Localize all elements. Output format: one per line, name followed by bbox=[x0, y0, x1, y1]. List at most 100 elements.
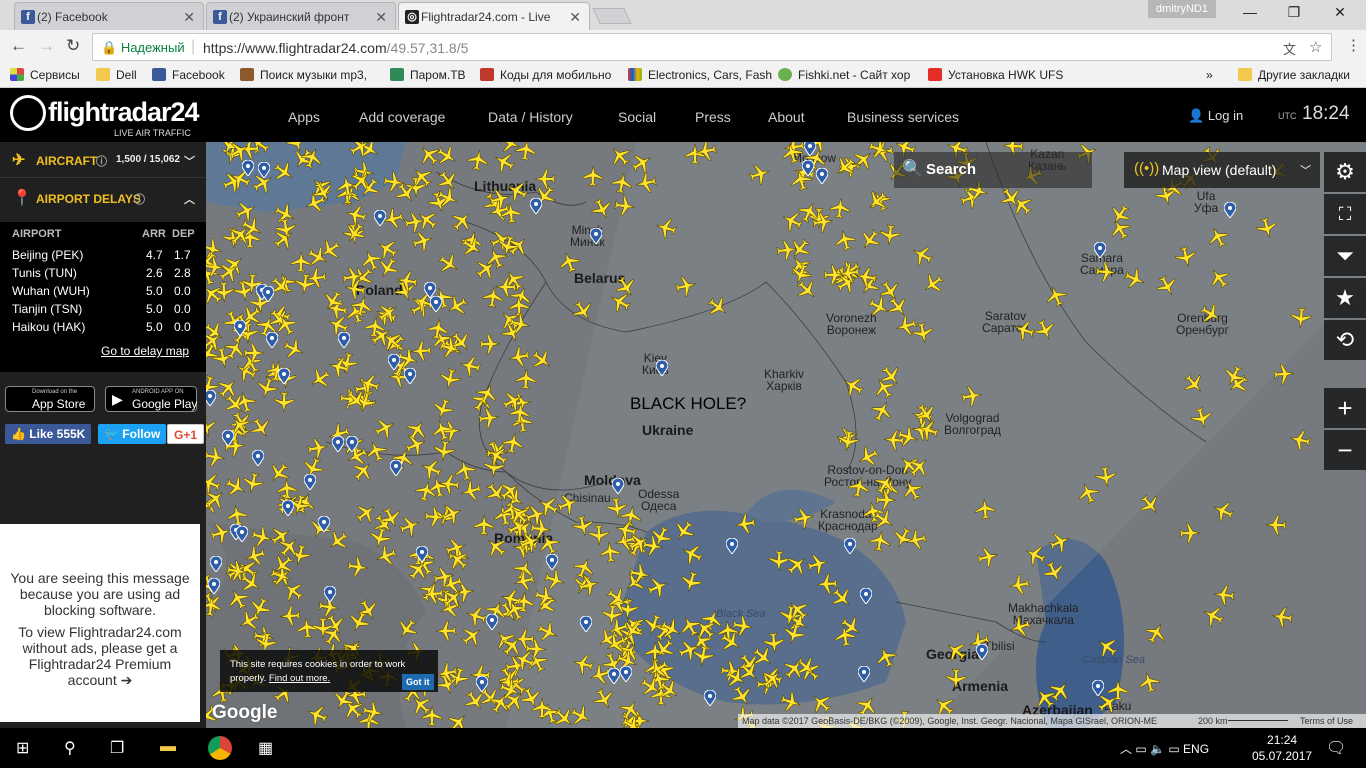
aircraft-icon[interactable] bbox=[309, 368, 331, 390]
airport-pin-icon[interactable] bbox=[975, 643, 989, 661]
search-icon[interactable]: ⚲ bbox=[64, 738, 76, 758]
aircraft-icon[interactable] bbox=[908, 456, 930, 478]
other-bookmarks[interactable]: Другие закладки bbox=[1238, 68, 1350, 82]
aircraft-icon[interactable] bbox=[500, 202, 522, 224]
new-tab-button[interactable] bbox=[592, 8, 632, 24]
airport-pin-icon[interactable] bbox=[209, 555, 223, 573]
aircraft-icon[interactable] bbox=[322, 290, 344, 312]
aircraft-icon[interactable] bbox=[350, 170, 372, 192]
aircraft-icon[interactable] bbox=[1145, 622, 1167, 644]
aircraft-icon[interactable] bbox=[875, 646, 897, 669]
aircraft-icon[interactable] bbox=[695, 142, 717, 162]
flight-map[interactable]: Lithuania Belarus Poland Ukraine Moldova Roma… bbox=[206, 142, 1366, 728]
aircraft-icon[interactable] bbox=[880, 365, 902, 387]
aircraft-icon[interactable] bbox=[629, 563, 651, 585]
bookmark-item[interactable]: Electronics, Cars, Fash bbox=[628, 68, 772, 82]
translate-icon[interactable]: 文 bbox=[1283, 39, 1296, 58]
aircraft-icon[interactable] bbox=[206, 446, 226, 468]
airport-pin-icon[interactable] bbox=[345, 435, 359, 453]
airport-pin-icon[interactable] bbox=[241, 159, 255, 177]
aircraft-icon[interactable] bbox=[961, 385, 983, 407]
aircraft-icon[interactable] bbox=[537, 495, 559, 517]
aircraft-icon[interactable] bbox=[447, 712, 469, 728]
aircraft-icon[interactable] bbox=[786, 554, 808, 576]
aircraft-icon[interactable] bbox=[493, 151, 515, 173]
aircraft-icon[interactable] bbox=[1139, 494, 1161, 516]
aircraft-icon[interactable] bbox=[558, 251, 580, 274]
aircraft-icon[interactable] bbox=[674, 275, 697, 297]
airport-pin-icon[interactable] bbox=[331, 435, 345, 453]
aircraft-icon[interactable] bbox=[734, 513, 756, 535]
aircraft-icon[interactable] bbox=[416, 209, 438, 231]
aircraft-icon[interactable] bbox=[206, 472, 222, 494]
aircraft-icon[interactable] bbox=[404, 434, 427, 456]
aircraft-icon[interactable] bbox=[218, 261, 240, 283]
bookmark-item[interactable]: Сервисы bbox=[10, 68, 80, 82]
airport-pin-icon[interactable] bbox=[303, 473, 317, 491]
aircraft-icon[interactable] bbox=[1048, 531, 1071, 553]
filter-icon[interactable]: ⏷ bbox=[1324, 236, 1366, 276]
airport-pin-icon[interactable] bbox=[221, 429, 235, 447]
aircraft-icon[interactable] bbox=[209, 522, 232, 544]
aircraft-icon[interactable] bbox=[720, 631, 742, 653]
aircraft-icon[interactable] bbox=[543, 569, 566, 591]
aircraft-icon[interactable] bbox=[622, 619, 644, 641]
aircraft-icon[interactable] bbox=[976, 546, 999, 568]
aircraft-icon[interactable] bbox=[609, 145, 631, 167]
aircraft-icon[interactable] bbox=[436, 662, 458, 684]
aircraft-icon[interactable] bbox=[360, 249, 382, 272]
airport-pin-icon[interactable] bbox=[277, 367, 291, 385]
aircraft-icon[interactable] bbox=[438, 337, 461, 359]
airport-pin-icon[interactable] bbox=[389, 459, 403, 477]
aircraft-icon[interactable] bbox=[1095, 466, 1117, 488]
aircraft-icon[interactable] bbox=[867, 142, 890, 160]
aircraft-icon[interactable] bbox=[922, 273, 944, 295]
aircraft-icon[interactable] bbox=[911, 244, 933, 266]
aircraft-icon[interactable] bbox=[349, 142, 371, 158]
aircraft-icon[interactable] bbox=[250, 526, 273, 548]
aircraft-icon[interactable] bbox=[498, 679, 521, 701]
aircraft-icon[interactable] bbox=[1200, 303, 1222, 325]
airport-pin-icon[interactable] bbox=[589, 227, 603, 245]
premium-link[interactable]: To view Flightradar24.com without ads, p… bbox=[10, 624, 190, 688]
aircraft-icon[interactable] bbox=[509, 402, 531, 424]
login-button[interactable]: 👤 Log in bbox=[1188, 108, 1243, 124]
airport-pin-icon[interactable] bbox=[529, 197, 543, 215]
aircraft-icon[interactable] bbox=[588, 524, 610, 546]
aircraft-icon[interactable] bbox=[738, 661, 760, 683]
close-window-icon[interactable]: ✕ bbox=[1320, 4, 1360, 21]
aircraft-icon[interactable] bbox=[792, 507, 815, 529]
aircraft-icon[interactable] bbox=[901, 479, 923, 501]
aircraft-icon[interactable] bbox=[407, 559, 429, 581]
aircraft-icon[interactable] bbox=[275, 218, 297, 240]
aircraft-icon[interactable] bbox=[243, 342, 265, 364]
aircraft-icon[interactable] bbox=[240, 572, 262, 594]
airport-pin-icon[interactable] bbox=[843, 537, 857, 555]
aircraft-icon[interactable] bbox=[681, 543, 704, 565]
aircraft-icon[interactable] bbox=[460, 480, 483, 502]
aircraft-icon[interactable] bbox=[707, 296, 729, 318]
airport-pin-icon[interactable] bbox=[1091, 679, 1105, 697]
aircraft-icon[interactable] bbox=[286, 142, 308, 153]
back-arrow-icon[interactable]: ← bbox=[10, 36, 27, 56]
bookmark-item[interactable]: Паром.ТВ bbox=[390, 68, 466, 82]
airport-pin-icon[interactable] bbox=[233, 319, 247, 337]
aircraft-icon[interactable] bbox=[834, 229, 856, 252]
aircraft-icon[interactable] bbox=[396, 270, 418, 292]
aircraft-icon[interactable] bbox=[538, 533, 560, 556]
aircraft-icon[interactable] bbox=[421, 705, 443, 727]
delay-map-link[interactable]: Go to delay map bbox=[101, 344, 189, 358]
aircraft-icon[interactable] bbox=[467, 149, 489, 171]
aircraft-icon[interactable] bbox=[871, 400, 893, 423]
aircraft-icon[interactable] bbox=[1138, 671, 1160, 694]
aircraft-icon[interactable] bbox=[229, 224, 251, 246]
aircraft-icon[interactable] bbox=[473, 514, 495, 536]
aircraft-icon[interactable] bbox=[328, 356, 351, 378]
airport-pin-icon[interactable] bbox=[607, 667, 621, 685]
aircraft-icon[interactable] bbox=[866, 190, 888, 212]
airport-pin-icon[interactable] bbox=[655, 359, 669, 377]
airport-pin-icon[interactable] bbox=[257, 161, 271, 179]
aircraft-icon[interactable] bbox=[673, 520, 695, 542]
aircraft-icon[interactable] bbox=[614, 195, 636, 217]
aircraft-icon[interactable] bbox=[373, 417, 396, 439]
